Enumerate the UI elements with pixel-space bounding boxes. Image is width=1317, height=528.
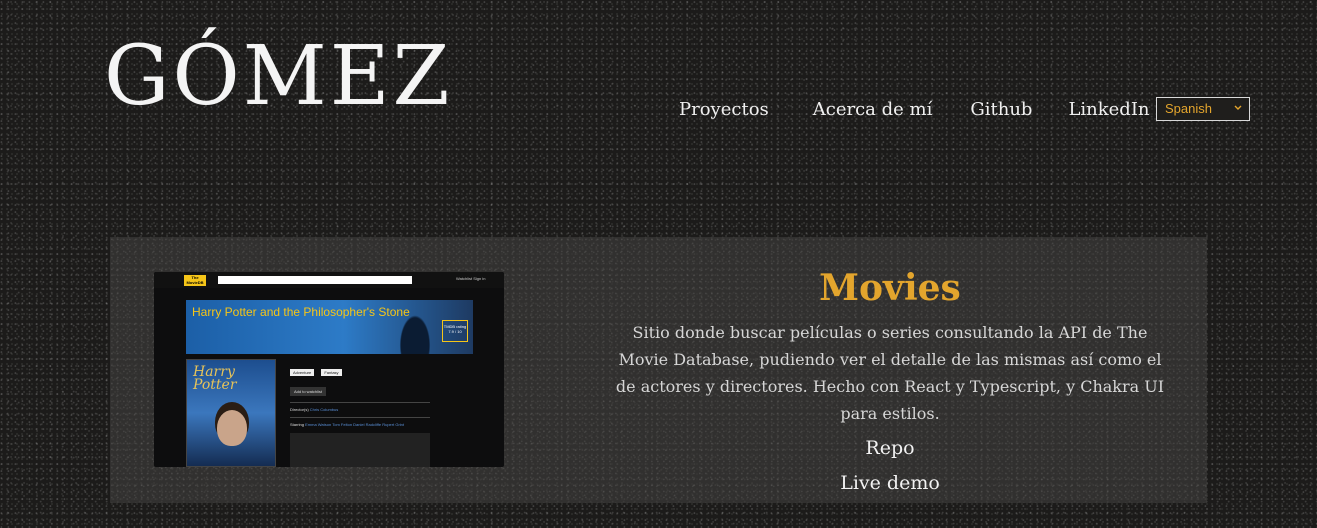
project-title: Movies [819, 267, 961, 309]
project-description: Sitio donde buscar películas o series co… [615, 323, 1165, 423]
screenshot-tag: Fantasy [321, 369, 342, 376]
screenshot-director: Director(s) Chris Columbus [290, 407, 430, 412]
screenshot-rating-value: 7.9 / 10 [448, 329, 462, 334]
screenshot-movie-title: Harry Potter and the Philosopher's Stone [192, 305, 410, 319]
screenshot-watchlist-button: Add to watchlist [290, 387, 327, 396]
starring-value: Emma Watson Tom Felton Daniel Radcliffe … [305, 422, 404, 427]
divider [290, 417, 430, 418]
screenshot-banner: Harry Potter and the Philosopher's Stone… [186, 300, 473, 354]
project-card: The MovieDB Watchlist Sign in Harry Pott… [110, 237, 1207, 503]
nav-github[interactable]: Github [970, 97, 1032, 122]
screenshot-poster: Harry Potter [186, 359, 276, 467]
repo-link[interactable]: Repo [607, 435, 1173, 462]
main-nav: Proyectos Acerca de mí Github LinkedIn [660, 97, 1150, 122]
screenshot-synopsis [290, 433, 430, 467]
nav-acerca-de-mi[interactable]: Acerca de mí [813, 97, 933, 122]
poster-face-icon [217, 410, 247, 446]
language-select[interactable]: Spanish [1156, 97, 1250, 121]
screenshot-top-links: Watchlist Sign in [456, 276, 486, 281]
divider [290, 402, 430, 403]
screenshot-tag: Adventure [290, 369, 315, 376]
starring-label: Starring [290, 422, 305, 427]
screenshot-rating: TMDB rating 7.9 / 10 [442, 320, 468, 342]
language-select-value: Spanish [1165, 101, 1212, 116]
screenshot-logo: The MovieDB [184, 275, 206, 286]
screenshot-searchbar [218, 276, 412, 284]
screenshot-starring: Starring Emma Watson Tom Felton Daniel R… [290, 422, 430, 427]
nav-proyectos[interactable]: Proyectos [679, 97, 769, 122]
project-screenshot: The MovieDB Watchlist Sign in Harry Pott… [154, 272, 504, 467]
nav-linkedin[interactable]: LinkedIn [1068, 97, 1149, 122]
project-info: Movies Sitio donde buscar películas o se… [607, 267, 1173, 497]
director-label: Director(s) [290, 407, 309, 412]
screenshot-poster-title: Harry Potter [193, 364, 237, 393]
screenshot-info: Adventure Fantasy Add to watchlist Direc… [290, 359, 430, 467]
site-logo[interactable]: GÓMEZ [104, 31, 453, 122]
live-demo-link[interactable]: Live demo [607, 470, 1173, 497]
chevron-down-icon [1233, 100, 1243, 114]
director-value: Chris Columbus [309, 407, 339, 412]
